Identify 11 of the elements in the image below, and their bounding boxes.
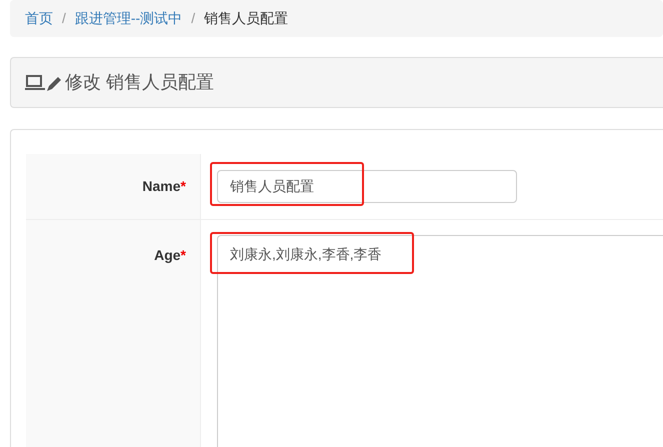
breadcrumb-separator: / <box>190 9 196 28</box>
field-label: Age* <box>154 247 186 263</box>
breadcrumb-separator: / <box>61 9 67 28</box>
breadcrumb-current: 销售人员配置 <box>204 9 288 28</box>
field-label: Name* <box>142 178 186 194</box>
text-area[interactable]: 刘康永,刘康永,李香,李香 <box>217 235 663 447</box>
breadcrumb-link[interactable]: 首页 <box>25 8 53 29</box>
breadcrumb-link[interactable]: 跟进管理--测试中 <box>74 8 182 29</box>
input-field[interactable]: 销售人员配置 <box>217 170 517 203</box>
laptop-edit-icon <box>25 74 61 92</box>
page-heading: 修改 销售人员配置 <box>65 71 214 94</box>
